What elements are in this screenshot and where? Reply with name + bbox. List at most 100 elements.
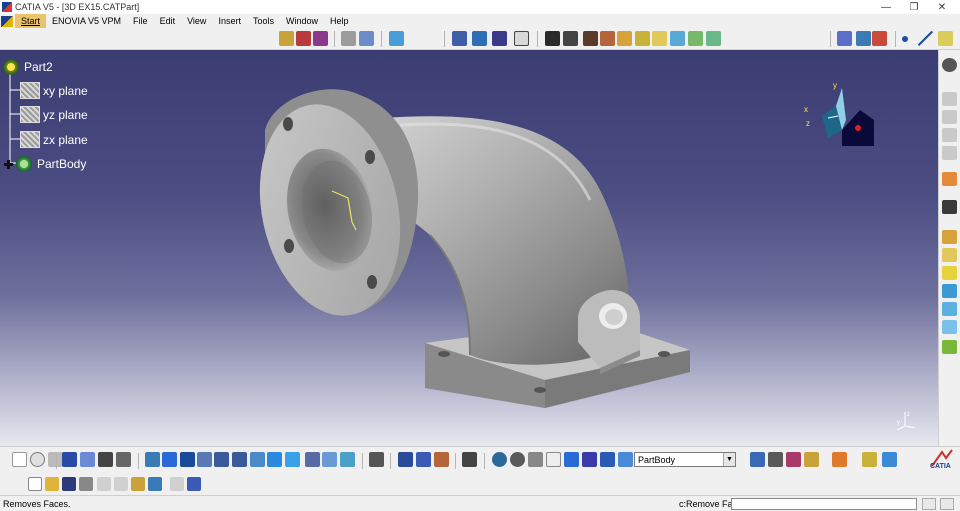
hide-show-icon[interactable]: [322, 452, 337, 467]
texture-icon[interactable]: [786, 452, 801, 467]
scan-icon[interactable]: [116, 452, 131, 467]
formula-icon[interactable]: [12, 452, 27, 467]
publish-icon[interactable]: [750, 452, 765, 467]
minimize-icon[interactable]: —: [873, 0, 899, 14]
tree-item-xy-plane[interactable]: xy plane: [20, 82, 88, 99]
chamfer-icon[interactable]: [942, 248, 957, 262]
menu-insert[interactable]: Insert: [212, 14, 247, 28]
fillet-icon[interactable]: [942, 230, 957, 244]
thickness-icon[interactable]: [942, 302, 957, 316]
rib-icon[interactable]: [600, 31, 615, 46]
measure-between-icon[interactable]: [546, 452, 561, 467]
clock-icon[interactable]: [510, 452, 525, 467]
help-icon[interactable]: [187, 477, 201, 491]
fillet-icon[interactable]: [635, 31, 650, 46]
pad-icon[interactable]: [279, 31, 294, 46]
render-style-icon[interactable]: [305, 452, 320, 467]
line-icon[interactable]: [918, 31, 933, 46]
draft-icon[interactable]: [942, 266, 957, 280]
constraint-icon[interactable]: [452, 31, 467, 46]
catalog-icon[interactable]: [564, 452, 579, 467]
tree-item-yz-plane[interactable]: yz plane: [20, 106, 88, 123]
curvature-icon[interactable]: [882, 452, 897, 467]
command-button[interactable]: [922, 498, 936, 510]
print-file-icon[interactable]: [79, 477, 93, 491]
expand-plus-icon[interactable]: [4, 159, 13, 169]
select-arrow-icon[interactable]: [942, 172, 957, 186]
multi-view-icon[interactable]: [267, 452, 282, 467]
knowledge-icon[interactable]: [30, 452, 45, 467]
command-input[interactable]: [731, 498, 917, 510]
plane-create-icon[interactable]: [938, 31, 953, 46]
menu-view[interactable]: View: [181, 14, 212, 28]
3d-viewport[interactable]: Part2 xy plane yz plane zx plane PartBod…: [0, 50, 938, 446]
tree-icon[interactable]: [80, 452, 95, 467]
join-icon[interactable]: [416, 452, 431, 467]
open-folder-icon[interactable]: [45, 477, 59, 491]
thickness-icon[interactable]: [706, 31, 721, 46]
chamfer-icon[interactable]: [652, 31, 667, 46]
pad-icon[interactable]: [942, 92, 957, 106]
tree-item-partbody[interactable]: PartBody: [4, 155, 86, 173]
close-icon[interactable]: ✕: [929, 0, 955, 14]
bottle-icon[interactable]: [434, 452, 449, 467]
print-icon[interactable]: [369, 452, 384, 467]
draft-icon[interactable]: [670, 31, 685, 46]
tree-root-part2[interactable]: Part2: [2, 58, 53, 76]
apply-material-icon[interactable]: [582, 452, 597, 467]
swap-space-icon[interactable]: [340, 452, 355, 467]
zoom-in-icon[interactable]: [214, 452, 229, 467]
material-icon[interactable]: [872, 31, 887, 46]
elbow-part-model[interactable]: [0, 50, 938, 446]
shell-icon[interactable]: [942, 284, 957, 298]
fly-icon[interactable]: [145, 452, 160, 467]
chevron-down-icon[interactable]: ▼: [723, 453, 735, 466]
sketch-icon[interactable]: [341, 31, 356, 46]
rotate-icon[interactable]: [197, 452, 212, 467]
start-icon[interactable]: [1, 15, 13, 27]
view-gear-icon[interactable]: [942, 58, 957, 72]
menu-window[interactable]: Window: [280, 14, 324, 28]
menu-help[interactable]: Help: [324, 14, 355, 28]
quick-view-icon[interactable]: [285, 452, 300, 467]
measure-icon[interactable]: [837, 31, 852, 46]
draft-analysis-icon[interactable]: [862, 452, 877, 467]
groove-icon[interactable]: [942, 146, 957, 160]
compass-center-dot[interactable]: [855, 125, 861, 131]
menu-edit[interactable]: Edit: [154, 14, 182, 28]
axis-icon[interactable]: [472, 31, 487, 46]
menu-enovia[interactable]: ENOVIA V5 VPM: [46, 14, 127, 28]
image-icon[interactable]: [768, 452, 783, 467]
new-file-icon[interactable]: [28, 477, 42, 491]
split-icon[interactable]: [398, 452, 413, 467]
axis-system-icon[interactable]: [528, 452, 543, 467]
camera-icon[interactable]: [462, 452, 477, 467]
menu-file[interactable]: File: [127, 14, 154, 28]
pan-icon[interactable]: [180, 452, 195, 467]
point-icon[interactable]: [902, 36, 908, 42]
body-selector[interactable]: PartBody ▼: [634, 452, 736, 467]
shell-icon[interactable]: [688, 31, 703, 46]
compass-widget[interactable]: y x z: [802, 80, 882, 152]
restore-icon[interactable]: ❐: [901, 0, 927, 14]
menu-start[interactable]: Start: [15, 14, 47, 28]
zoom-out-icon[interactable]: [232, 452, 247, 467]
analysis-icon[interactable]: [856, 31, 871, 46]
menu-tools[interactable]: Tools: [247, 14, 280, 28]
work-object-icon[interactable]: [618, 452, 633, 467]
cut-icon[interactable]: [97, 477, 111, 491]
thread-icon[interactable]: [942, 320, 957, 334]
stack-icon[interactable]: [600, 452, 615, 467]
paste-icon[interactable]: [131, 477, 145, 491]
grid-icon[interactable]: [492, 31, 507, 46]
pocket-icon[interactable]: [942, 110, 957, 124]
spiral-icon[interactable]: [492, 452, 507, 467]
copy-icon[interactable]: [114, 477, 128, 491]
groove-icon[interactable]: [617, 31, 632, 46]
plane-tool-icon[interactable]: [359, 31, 374, 46]
shaft-icon[interactable]: [942, 128, 957, 142]
command-button[interactable]: [940, 498, 954, 510]
hole-icon[interactable]: [583, 31, 598, 46]
tree-item-zx-plane[interactable]: zx plane: [20, 131, 88, 148]
paint-icon[interactable]: [832, 452, 847, 467]
